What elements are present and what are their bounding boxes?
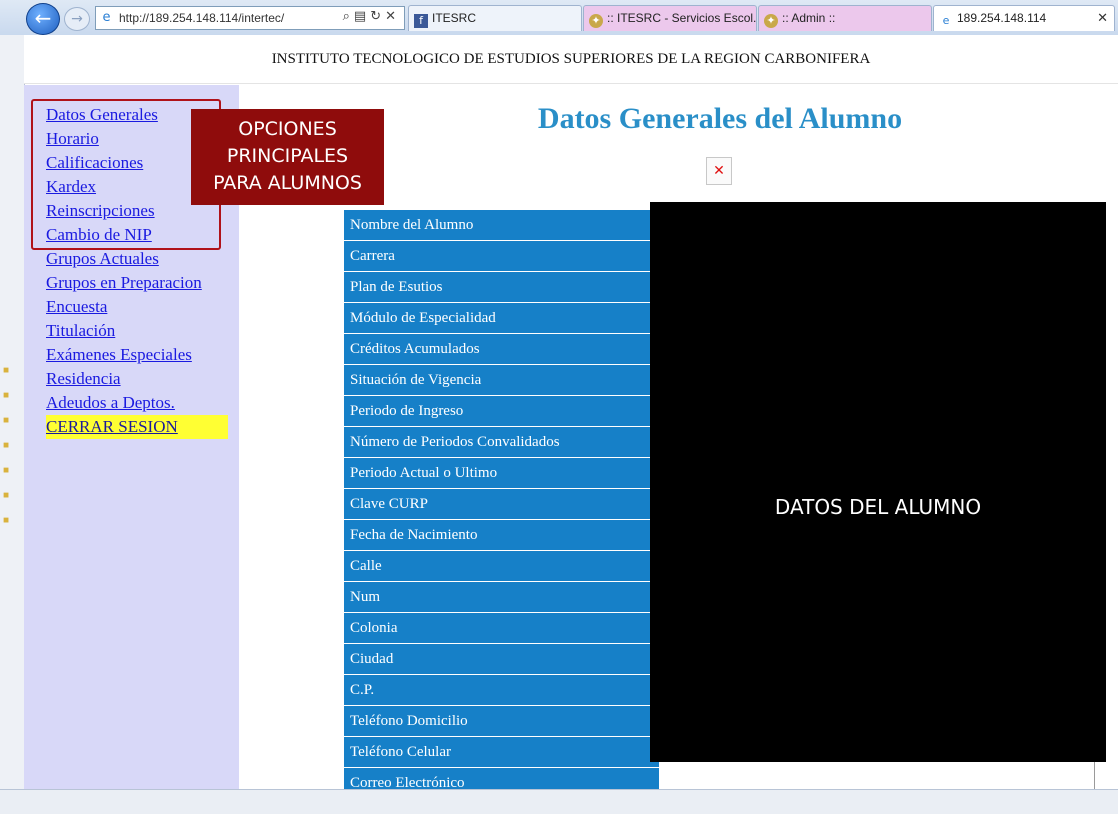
- tab-label: 189.254.148.114: [957, 11, 1047, 25]
- field-label: Situación de Vigencia: [344, 365, 659, 395]
- field-label: Plan de Esutios: [344, 272, 659, 302]
- sidebar-item-grupos-preparacion[interactable]: Grupos en Preparacion: [46, 271, 228, 295]
- callout-line: PRINCIPALES: [226, 145, 349, 167]
- seal-icon: ✦: [589, 14, 603, 28]
- field-label: Correo Electrónico: [344, 768, 659, 789]
- table-border: [1094, 762, 1095, 789]
- broken-image-icon: ✕: [706, 157, 732, 185]
- field-label: Teléfono Domicilio: [344, 706, 659, 736]
- sidebar-item-encuesta[interactable]: Encuesta: [46, 295, 228, 319]
- tab-label: ITESRC: [432, 11, 477, 25]
- student-fields-table: Nombre del Alumno Carrera Plan de Esutio…: [344, 210, 659, 789]
- page-header: INSTITUTO TECNOLOGICO DE ESTUDIOS SUPERI…: [24, 35, 1118, 84]
- background-window-strip: ■ ■ ■ ■ ■ ■ ■: [0, 35, 25, 813]
- close-icon[interactable]: ✕: [1097, 6, 1108, 31]
- seal-icon: ✦: [764, 14, 778, 28]
- institution-name: INSTITUTO TECNOLOGICO DE ESTUDIOS SUPERI…: [271, 51, 871, 67]
- tab-label: :: ITESRC - Servicios Escol...: [607, 11, 757, 25]
- tab-label: :: Admin ::: [782, 11, 836, 25]
- facebook-icon: f: [414, 14, 428, 28]
- folder-icon: ■: [3, 365, 10, 376]
- folder-icon: ■: [3, 415, 10, 426]
- forward-button[interactable]: →: [64, 7, 90, 31]
- sidebar-item-residencia[interactable]: Residencia: [46, 367, 228, 391]
- redaction-caption: DATOS DEL ALUMNO: [774, 495, 982, 519]
- field-label: Nombre del Alumno: [344, 210, 659, 240]
- field-label: Fecha de Nacimiento: [344, 520, 659, 550]
- tab-itesrc-facebook[interactable]: f ITESRC: [408, 5, 582, 31]
- field-label: Colonia: [344, 613, 659, 643]
- stop-icon[interactable]: ✕: [385, 9, 400, 24]
- back-arrow-icon: ←: [34, 6, 52, 30]
- field-label: Ciudad: [344, 644, 659, 674]
- address-bar[interactable]: e http://189.254.148.114/intertec/ ⌕▤↻✕: [95, 6, 405, 30]
- callout-line: PARA ALUMNOS: [213, 172, 362, 194]
- sidebar-item-adeudos[interactable]: Adeudos a Deptos.: [46, 391, 228, 415]
- field-label: Número de Periodos Convalidados: [344, 427, 659, 457]
- tab-admin[interactable]: ✦:: Admin ::: [758, 5, 932, 31]
- sidebar-item-titulacion[interactable]: Titulación: [46, 319, 228, 343]
- refresh-icon[interactable]: ↻: [370, 9, 385, 24]
- sidebar-item-examenes-especiales[interactable]: Exámenes Especiales: [46, 343, 228, 367]
- folder-icon: ■: [3, 490, 10, 501]
- back-button[interactable]: ←: [26, 3, 60, 35]
- status-bar: [0, 789, 1118, 814]
- student-data-redaction: DATOS DEL ALUMNO: [650, 202, 1106, 762]
- field-label: Módulo de Especialidad: [344, 303, 659, 333]
- address-url[interactable]: http://189.254.148.114/intertec/: [119, 11, 284, 25]
- folder-icon: ■: [3, 515, 10, 526]
- search-icon[interactable]: ⌕: [343, 9, 354, 24]
- ie-icon: e: [102, 10, 111, 25]
- field-label: Carrera: [344, 241, 659, 271]
- field-label: Num: [344, 582, 659, 612]
- field-label: Periodo Actual o Ultimo: [344, 458, 659, 488]
- field-label: Calle: [344, 551, 659, 581]
- sidebar-item-grupos-actuales[interactable]: Grupos Actuales: [46, 247, 228, 271]
- logout-link[interactable]: CERRAR SESION: [46, 415, 228, 439]
- field-label: C.P.: [344, 675, 659, 705]
- field-label: Créditos Acumulados: [344, 334, 659, 364]
- tab-current[interactable]: e 189.254.148.114 ✕: [933, 5, 1115, 31]
- ie-icon: e: [942, 14, 950, 27]
- page-title: Datos Generales del Alumno: [537, 102, 903, 135]
- address-tools[interactable]: ⌕▤↻✕: [343, 9, 400, 24]
- field-label: Periodo de Ingreso: [344, 396, 659, 426]
- tab-servicios-escolares[interactable]: ✦:: ITESRC - Servicios Escol...: [583, 5, 757, 31]
- folder-icon: ■: [3, 465, 10, 476]
- field-label: Clave CURP: [344, 489, 659, 519]
- forward-arrow-icon: →: [71, 11, 83, 27]
- folder-icon: ■: [3, 390, 10, 401]
- field-label: Teléfono Celular: [344, 737, 659, 767]
- main-options-callout: OPCIONES PRINCIPALES PARA ALUMNOS: [191, 109, 384, 205]
- folder-icon: ■: [3, 440, 10, 451]
- browser-toolbar: ← → e http://189.254.148.114/intertec/ ⌕…: [0, 0, 1118, 36]
- compat-view-icon[interactable]: ▤: [354, 9, 370, 24]
- callout-line: OPCIONES: [238, 118, 337, 140]
